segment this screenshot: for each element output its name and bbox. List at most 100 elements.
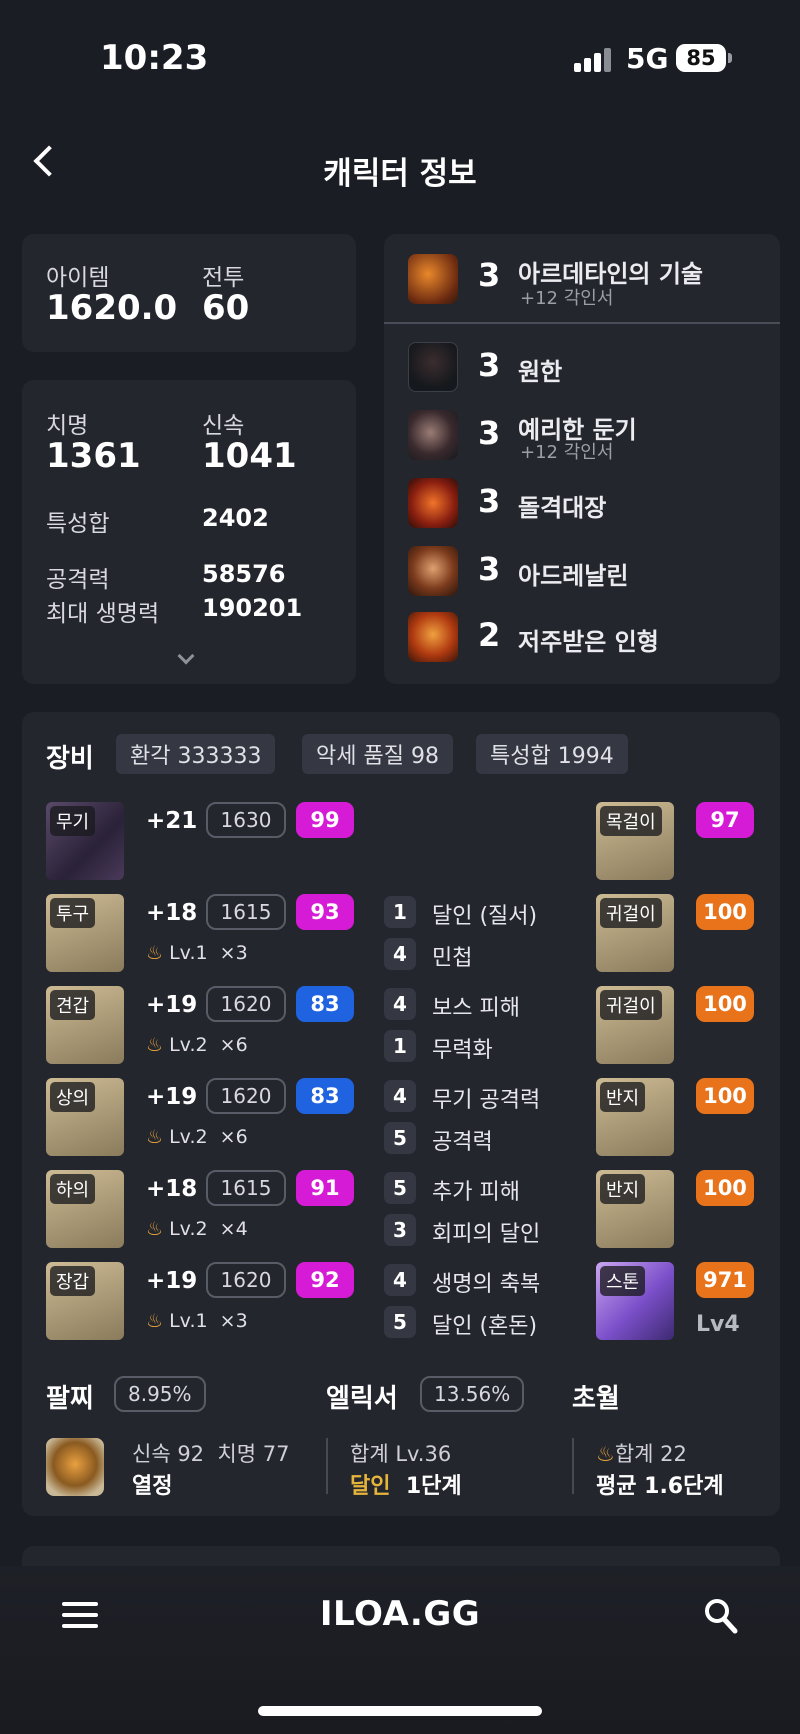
quality-badge: 93 <box>296 894 354 930</box>
option-level: 5 <box>384 1172 416 1204</box>
page-title: 캐릭터 정보 <box>323 156 477 192</box>
gloves-slot[interactable]: 장갑 <box>46 1262 124 1340</box>
elixir-info: ♨ Lv.1 ×3 <box>146 1310 248 1332</box>
status-time: 10:23 <box>100 38 209 78</box>
swift-label: 신속 <box>202 413 245 439</box>
item-level-badge: 1620 <box>206 1078 286 1114</box>
elixir-info: ♨ Lv.2 ×4 <box>146 1218 248 1240</box>
option-name: 공격력 <box>432 1130 493 1155</box>
upgrade-level: +19 <box>146 1084 198 1110</box>
home-indicator[interactable] <box>258 1706 542 1716</box>
option-level: 4 <box>384 938 416 970</box>
quality-badge: 971 <box>696 1262 754 1298</box>
quality-badge: 92 <box>296 1262 354 1298</box>
slot-tag: 무기 <box>50 806 96 836</box>
engraving-level: 3 <box>478 256 501 294</box>
option-name: 달인 (혼돈) <box>432 1314 538 1339</box>
combat-level-value: 60 <box>202 288 250 328</box>
option-level: 1 <box>384 896 416 928</box>
elixir-info: ♨ Lv.2 ×6 <box>146 1034 248 1056</box>
flame-icon: ♨ <box>146 1126 164 1148</box>
mech-gun-icon <box>408 254 458 304</box>
stone-slot[interactable]: 스톤 <box>596 1262 674 1340</box>
hp-value: 190201 <box>202 594 303 622</box>
slot-tag: 투구 <box>50 898 96 928</box>
slot-tag: 반지 <box>600 1174 646 1204</box>
elixir-total: 합계 Lv.36 <box>350 1442 452 1466</box>
quality-badge: 97 <box>696 802 754 838</box>
quality-badge: 100 <box>696 1170 754 1206</box>
ring-slot[interactable]: 반지 <box>596 1170 674 1248</box>
option-name: 달인 (질서) <box>432 904 538 929</box>
spiked-ball-icon <box>408 410 458 460</box>
transcend-average: 평균 1.6단계 <box>596 1474 724 1499</box>
elixir-info: ♨ Lv.2 ×6 <box>146 1126 248 1148</box>
necklace-slot[interactable]: 목걸이 <box>596 802 674 880</box>
engraving-level: 3 <box>478 414 501 452</box>
item-level-badge: 1630 <box>206 802 286 838</box>
swift-value: 1041 <box>202 436 297 476</box>
flame-icon: ♨ <box>146 1034 164 1056</box>
battery-tip <box>728 53 732 63</box>
attack-value: 58576 <box>202 560 286 588</box>
option-level: 4 <box>384 1080 416 1112</box>
slot-tag: 귀걸이 <box>600 898 662 928</box>
flame-icon: ♨ <box>596 1442 615 1466</box>
hp-label: 최대 생명력 <box>46 601 160 627</box>
helmet-slot[interactable]: 투구 <box>46 894 124 972</box>
demon-icon <box>408 342 458 392</box>
bracelet-icon[interactable] <box>46 1438 104 1496</box>
earring-slot[interactable]: 귀걸이 <box>596 986 674 1064</box>
transcend-total: ♨합계 22 <box>596 1442 687 1466</box>
upgrade-level: +21 <box>146 808 198 834</box>
item-level-badge: 1620 <box>206 1262 286 1298</box>
upgrade-level: +18 <box>146 900 198 926</box>
slot-tag: 상의 <box>50 1082 96 1112</box>
site-logo[interactable]: ILOA.GG <box>0 1594 800 1634</box>
engraving-name: 아드레날린 <box>518 562 629 590</box>
option-level: 4 <box>384 1264 416 1296</box>
chest-slot[interactable]: 상의 <box>46 1078 124 1156</box>
item-level-value: 1620.0 <box>46 288 178 328</box>
divider <box>572 1438 574 1494</box>
upgrade-level: +18 <box>146 1176 198 1202</box>
elixir-info: ♨ Lv.1 ×3 <box>146 942 248 964</box>
earring-slot[interactable]: 귀걸이 <box>596 894 674 972</box>
option-level: 3 <box>384 1214 416 1246</box>
slot-tag: 장갑 <box>50 1266 96 1296</box>
slot-tag: 하의 <box>50 1174 96 1204</box>
bracelet-percent: 8.95% <box>114 1376 206 1412</box>
engraving-name: 원한 <box>518 358 563 386</box>
engraving-level: 2 <box>478 616 501 654</box>
signal-icon <box>574 48 614 72</box>
quality-badge: 100 <box>696 1078 754 1114</box>
pants-slot[interactable]: 하의 <box>46 1170 124 1248</box>
option-level: 5 <box>384 1122 416 1154</box>
battery-icon: 85 <box>676 44 726 72</box>
slot-tag: 견갑 <box>50 990 96 1020</box>
elixir-set: 달인 1단계 <box>350 1474 462 1499</box>
quality-badge: 100 <box>696 894 754 930</box>
option-name: 무기 공격력 <box>432 1088 541 1113</box>
shoulder-slot[interactable]: 견갑 <box>46 986 124 1064</box>
engraving-level: 3 <box>478 550 501 588</box>
item-level-badge: 1620 <box>206 986 286 1022</box>
option-name: 보스 피해 <box>432 996 520 1021</box>
upgrade-level: +19 <box>146 992 198 1018</box>
search-icon[interactable] <box>704 1598 738 1634</box>
engraving-name: 돌격대장 <box>518 494 607 522</box>
stone-level: Lv4 <box>696 1312 740 1337</box>
slot-tag: 반지 <box>600 1082 646 1112</box>
quality-badge: 91 <box>296 1170 354 1206</box>
ring-slot[interactable]: 반지 <box>596 1078 674 1156</box>
charge-icon <box>408 478 458 528</box>
engraving-name: 저주받은 인형 <box>518 628 659 656</box>
option-name: 무력화 <box>432 1038 493 1063</box>
option-level: 5 <box>384 1306 416 1338</box>
stat-total-value: 2402 <box>202 504 269 532</box>
slot-tag: 목걸이 <box>600 806 662 836</box>
combat-level-label: 전투 <box>202 265 245 291</box>
equipment-title: 장비 <box>46 744 94 774</box>
quality-badge: 83 <box>296 986 354 1022</box>
weapon-slot[interactable]: 무기 <box>46 802 124 880</box>
